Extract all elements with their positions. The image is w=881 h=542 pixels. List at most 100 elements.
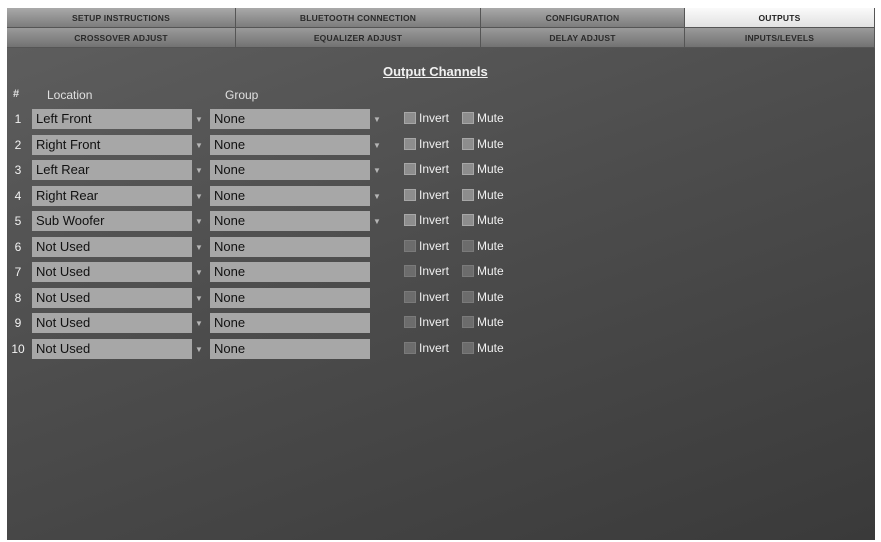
mute-checkbox[interactable]: Mute	[462, 315, 504, 329]
group-select[interactable]: None	[210, 262, 370, 282]
tab-configuration[interactable]: CONFIGURATION	[481, 8, 685, 28]
checkbox-icon[interactable]	[404, 214, 416, 226]
checkbox-icon[interactable]	[404, 290, 416, 303]
app-window: SETUP INSTRUCTIONS BLUETOOTH CONNECTION …	[7, 8, 875, 540]
location-select[interactable]: Not Used	[32, 236, 192, 257]
checkbox-icon[interactable]	[462, 112, 474, 124]
mute-label: Mute	[477, 162, 504, 176]
invert-label: Invert	[419, 340, 450, 355]
group-select[interactable]: None	[210, 160, 370, 180]
invert-checkbox[interactable]: Invert	[404, 162, 449, 176]
tab-bluetooth-connection[interactable]: BLUETOOTH CONNECTION	[236, 8, 481, 28]
mute-checkbox[interactable]: Mute	[462, 341, 504, 355]
dropdown-arrow-icon[interactable]: ▼	[195, 345, 203, 354]
checkbox-icon[interactable]	[404, 265, 416, 277]
dropdown-arrow-icon[interactable]: ▼	[195, 294, 203, 303]
dropdown-arrow-icon[interactable]: ▼	[195, 141, 203, 150]
checkbox-icon[interactable]	[462, 341, 474, 354]
dropdown-arrow-icon[interactable]: ▼	[373, 166, 381, 175]
mute-checkbox[interactable]: Mute	[462, 162, 504, 176]
dropdown-arrow-icon[interactable]: ▼	[195, 319, 203, 328]
mute-checkbox[interactable]: Mute	[462, 213, 504, 227]
checkbox-icon[interactable]	[404, 188, 416, 201]
invert-checkbox[interactable]: Invert	[404, 341, 449, 355]
table-row: 8 Not Used ▼ None Invert Mute	[7, 287, 527, 310]
checkbox-icon[interactable]	[404, 163, 416, 175]
dropdown-arrow-icon[interactable]: ▼	[195, 217, 203, 226]
tab-delay-adjust[interactable]: DELAY ADJUST	[481, 28, 685, 48]
invert-label: Invert	[419, 315, 450, 329]
checkbox-icon[interactable]	[462, 239, 474, 252]
table-row: 7 Not Used ▼ None Invert Mute	[7, 262, 527, 284]
tab-equalizer-adjust[interactable]: EQUALIZER ADJUST	[236, 28, 481, 48]
location-select[interactable]: Left Rear	[32, 160, 192, 180]
location-select[interactable]: Not Used	[32, 338, 192, 359]
location-select[interactable]: Right Front	[32, 134, 192, 155]
group-select[interactable]: None	[210, 338, 370, 359]
checkbox-icon[interactable]	[462, 265, 474, 277]
dropdown-arrow-icon[interactable]: ▼	[195, 115, 203, 124]
mute-label: Mute	[477, 264, 504, 278]
mute-checkbox[interactable]: Mute	[462, 264, 504, 278]
page-title: Output Channels	[383, 64, 488, 79]
checkbox-icon[interactable]	[404, 341, 416, 354]
tab-crossover-adjust[interactable]: CROSSOVER ADJUST	[7, 28, 236, 48]
mute-checkbox[interactable]: Mute	[462, 111, 504, 125]
dropdown-arrow-icon[interactable]: ▼	[195, 166, 203, 175]
group-select[interactable]: None	[210, 109, 370, 129]
checkbox-icon[interactable]	[462, 137, 474, 150]
group-select[interactable]: None	[210, 211, 370, 231]
invert-checkbox[interactable]: Invert	[404, 290, 449, 304]
invert-label: Invert	[419, 187, 450, 202]
channel-number: 7	[14, 265, 22, 279]
invert-checkbox[interactable]: Invert	[404, 188, 449, 202]
invert-checkbox[interactable]: Invert	[404, 137, 449, 151]
location-select[interactable]: Not Used	[32, 313, 192, 333]
checkbox-icon[interactable]	[462, 290, 474, 303]
checkbox-icon[interactable]	[462, 188, 474, 201]
group-select[interactable]: None	[210, 185, 370, 206]
checkbox-icon[interactable]	[404, 239, 416, 252]
location-select[interactable]: Left Front	[32, 109, 192, 129]
dropdown-arrow-icon[interactable]: ▼	[373, 141, 381, 150]
dropdown-arrow-icon[interactable]: ▼	[195, 243, 203, 252]
group-select[interactable]: None	[210, 313, 370, 333]
dropdown-arrow-icon[interactable]: ▼	[195, 268, 203, 277]
checkbox-icon[interactable]	[462, 316, 474, 328]
tab-setup-instructions[interactable]: SETUP INSTRUCTIONS	[7, 8, 236, 28]
group-select[interactable]: None	[210, 287, 370, 308]
invert-checkbox[interactable]: Invert	[404, 111, 449, 125]
location-select[interactable]: Not Used	[32, 287, 192, 308]
dropdown-arrow-icon[interactable]: ▼	[195, 192, 203, 201]
channel-number: 8	[14, 290, 22, 305]
mute-checkbox[interactable]: Mute	[462, 290, 504, 304]
tab-inputs-levels[interactable]: INPUTS/LEVELS	[685, 28, 875, 48]
group-select[interactable]: None	[210, 134, 370, 155]
invert-checkbox[interactable]: Invert	[404, 315, 449, 329]
mute-label: Mute	[477, 238, 504, 253]
dropdown-arrow-icon[interactable]: ▼	[373, 192, 381, 201]
checkbox-icon[interactable]	[404, 316, 416, 328]
location-select[interactable]: Sub Woofer	[32, 211, 192, 231]
mute-checkbox[interactable]: Mute	[462, 188, 504, 202]
column-header-number: #	[13, 88, 20, 100]
mute-label: Mute	[477, 187, 504, 202]
mute-label: Mute	[477, 315, 504, 329]
mute-checkbox[interactable]: Mute	[462, 137, 504, 151]
tab-outputs[interactable]: OUTPUTS	[685, 8, 875, 28]
dropdown-arrow-icon[interactable]: ▼	[373, 217, 381, 226]
mute-checkbox[interactable]: Mute	[462, 239, 504, 253]
location-select[interactable]: Not Used	[32, 262, 192, 282]
checkbox-icon[interactable]	[462, 163, 474, 175]
invert-checkbox[interactable]: Invert	[404, 239, 449, 253]
invert-checkbox[interactable]: Invert	[404, 213, 449, 227]
location-select[interactable]: Right Rear	[32, 185, 192, 206]
dropdown-arrow-icon[interactable]: ▼	[373, 115, 381, 124]
checkbox-icon[interactable]	[404, 112, 416, 124]
table-row: 10 Not Used ▼ None Invert Mute	[7, 338, 527, 361]
checkbox-icon[interactable]	[462, 214, 474, 226]
checkbox-icon[interactable]	[404, 137, 416, 150]
invert-checkbox[interactable]: Invert	[404, 264, 449, 278]
table-row: 6 Not Used ▼ None Invert Mute	[7, 236, 527, 259]
group-select[interactable]: None	[210, 236, 370, 257]
